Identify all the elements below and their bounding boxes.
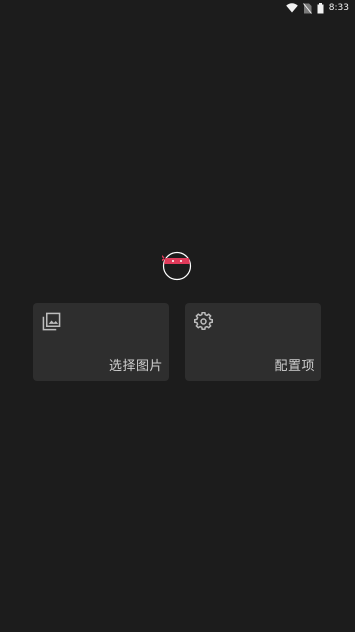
no-sim-icon (302, 2, 312, 14)
gallery-icon (42, 312, 61, 331)
select-image-label: 选择图片 (108, 359, 163, 374)
battery-icon (317, 2, 324, 13)
gear-icon (194, 312, 213, 331)
ninja-logo-icon (162, 251, 192, 281)
settings-label: 配置项 (274, 359, 315, 374)
wifi-icon (285, 3, 298, 13)
status-bar: 8:33 (0, 0, 355, 16)
status-time: 8:33 (328, 3, 349, 13)
settings-button[interactable]: 配置项 (185, 303, 321, 381)
select-image-button[interactable]: 选择图片 (33, 303, 169, 381)
